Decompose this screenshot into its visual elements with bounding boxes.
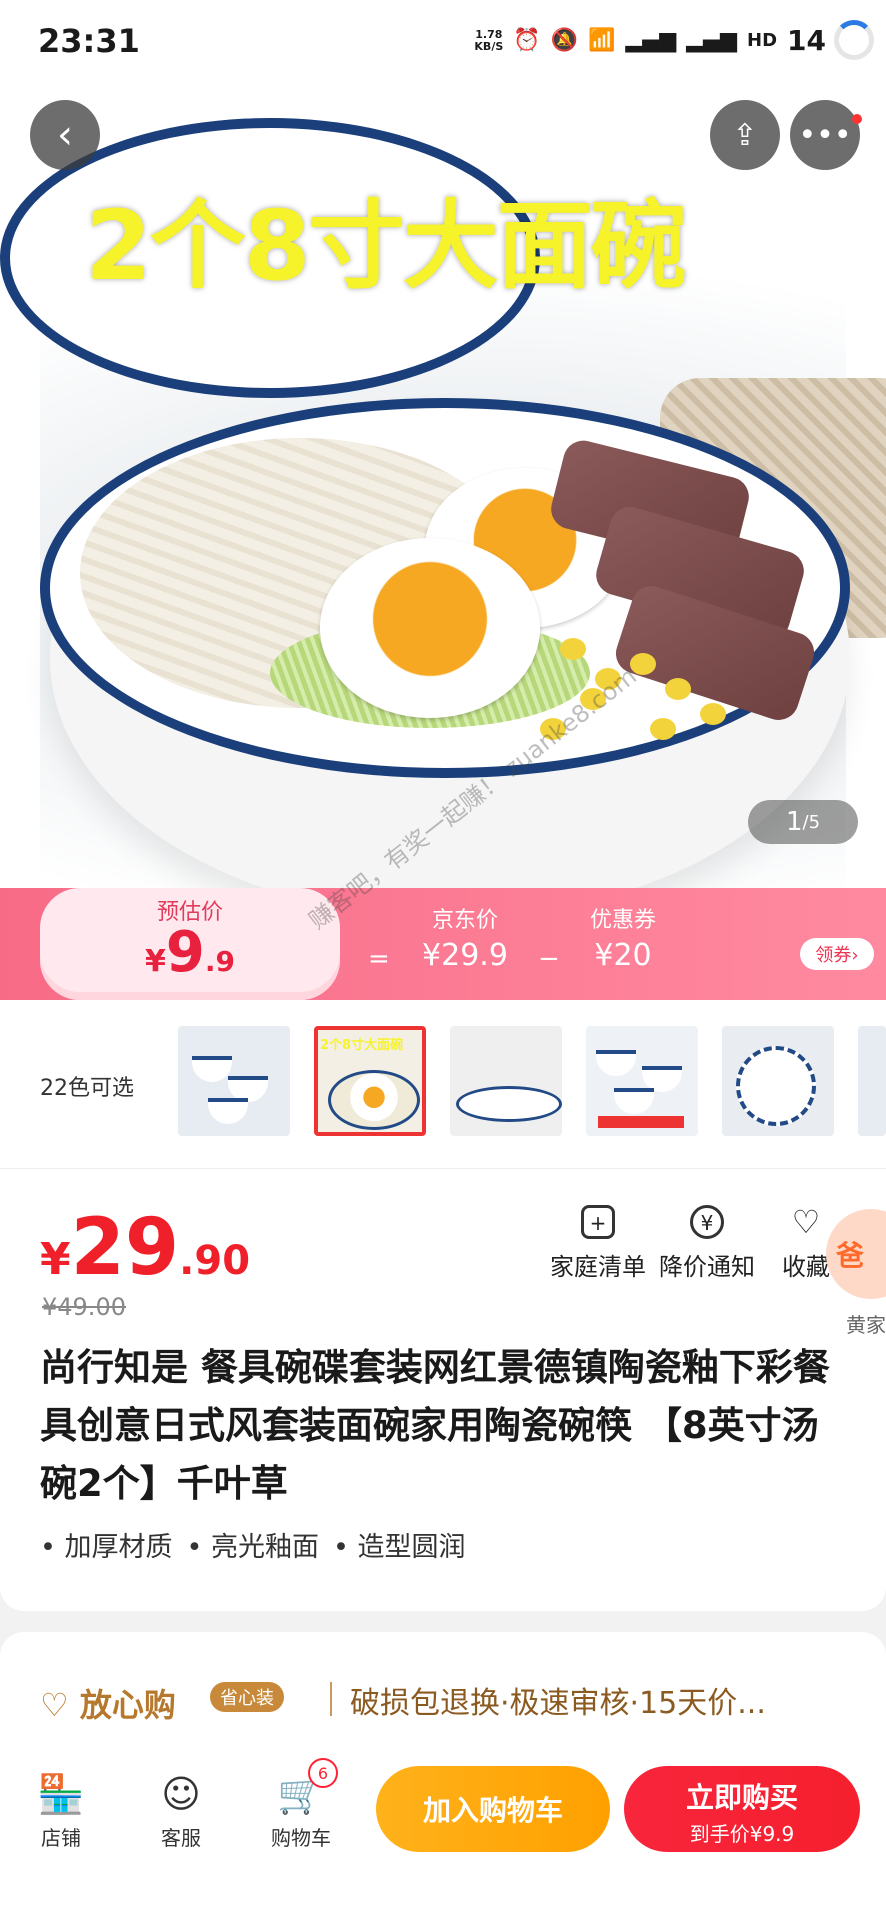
minus-sign: −: [538, 944, 560, 974]
coupon-amount: 优惠券 ¥20: [578, 902, 668, 973]
share-icon: ⇪: [732, 117, 758, 153]
product-info: ¥29.90 ¥49.00 + 家庭清单 ¥ 降价通知 ♡ 收藏 爸 黄家 尚行…: [0, 1168, 886, 1611]
cart-count-badge: 6: [308, 1758, 338, 1788]
color-count-label: 22色可选: [40, 1076, 134, 1101]
color-thumb-selected[interactable]: 2个8寸大面碗: [314, 1026, 426, 1136]
buy-now-final-price: 到手价¥9.9: [689, 1822, 795, 1846]
feature-item: • 亮光釉面: [186, 1532, 320, 1563]
estimated-decimal: .9: [204, 945, 235, 978]
price-decimal: .90: [179, 1238, 251, 1284]
color-thumb[interactable]: [450, 1026, 562, 1136]
counter-current: 1: [785, 807, 803, 837]
color-thumb[interactable]: [586, 1026, 698, 1136]
status-icons: 1.78 KB/S ⏰ 🔕 📶 ▂▄▆ ▂▄▆ HD 14: [474, 24, 826, 57]
product-image-carousel[interactable]: 2个8寸大面碗 ‹ ⇪ ••• 1/5: [0, 78, 886, 888]
alarm-icon: ⏰: [513, 28, 541, 53]
customer-service-icon: ☺: [161, 1772, 201, 1816]
shield-heart-icon: ♡: [40, 1686, 80, 1724]
egg-2: [320, 538, 540, 718]
price-drop-alert-button[interactable]: ¥ 降价通知: [652, 1205, 762, 1282]
cart-label: 购物车: [271, 1826, 331, 1850]
jd-price-value: ¥29.9: [422, 938, 508, 973]
assurance-brand: ♡ 放心购: [40, 1680, 176, 1726]
image-headline: 2个8寸大面碗: [85, 190, 687, 302]
hd-icon: HD: [747, 30, 778, 51]
status-bar: 23:31 1.78 KB/S ⏰ 🔕 📶 ▂▄▆ ▂▄▆ HD 14: [0, 0, 886, 78]
signal-4g-icon: ▂▄▆: [686, 28, 738, 53]
more-button[interactable]: •••: [790, 100, 860, 170]
feature-item: • 造型圆润: [333, 1532, 466, 1563]
assurance-bar[interactable]: ♡ 放心购 省心装 破损包退换·极速审核·15天价...: [0, 1632, 886, 1752]
current-price: ¥29.90: [40, 1203, 250, 1293]
feature-item: • 加厚材质: [40, 1532, 173, 1563]
customer-service-button[interactable]: ☺ 客服: [136, 1766, 226, 1851]
divider: [330, 1682, 332, 1716]
floating-promo-text: 黄家: [846, 1313, 886, 1337]
counter-total: /5: [802, 811, 821, 833]
estimated-price-box: 预估价 ¥9.9: [40, 888, 340, 1000]
estimated-integer: 9: [165, 920, 205, 985]
family-list-button[interactable]: + 家庭清单: [548, 1205, 648, 1282]
share-button[interactable]: ⇪: [710, 100, 780, 170]
thumb-overlay-text: 2个8寸大面碗: [320, 1038, 404, 1053]
mute-icon: 🔕: [550, 28, 579, 53]
customer-service-label: 客服: [161, 1826, 201, 1850]
store-button[interactable]: 🏪 店铺: [16, 1766, 106, 1851]
color-thumb[interactable]: [178, 1026, 290, 1136]
list-add-icon: +: [581, 1205, 615, 1239]
store-icon: 🏪: [37, 1772, 85, 1816]
more-dots-icon: •••: [798, 117, 852, 153]
equals-sign: =: [368, 944, 390, 974]
notification-dot: [852, 114, 862, 124]
status-time: 23:31: [38, 22, 140, 60]
estimated-currency: ¥: [145, 944, 166, 979]
color-thumb[interactable]: [722, 1026, 834, 1136]
estimated-price-value: ¥9.9: [40, 920, 340, 985]
heart-icon: ♡: [791, 1203, 821, 1241]
buy-now-button[interactable]: 立即购买 到手价¥9.9: [624, 1766, 860, 1852]
wifi-icon: 📶: [588, 28, 616, 53]
family-list-label: 家庭清单: [550, 1253, 646, 1281]
battery-ring-icon: [834, 20, 874, 60]
feature-list: • 加厚材质 • 亮光釉面 • 造型圆润: [40, 1525, 466, 1564]
assurance-brand-label: 放心购: [79, 1686, 176, 1724]
price-currency: ¥: [40, 1234, 71, 1285]
coupon-label: 优惠券: [589, 908, 656, 933]
price-drop-icon: ¥: [690, 1205, 724, 1239]
bottom-action-bar: 🏪 店铺 ☺ 客服 🛒 购物车 6 加入购物车 立即购买 到手价¥9.9: [0, 1752, 886, 1920]
price-integer: 29: [70, 1203, 180, 1293]
network-speed: 1.78 KB/S: [474, 27, 504, 53]
price-banner: 预估价 ¥9.9 = 京东价 ¥29.9 − 优惠券 ¥20 领券›: [0, 888, 886, 1000]
add-to-cart-button[interactable]: 加入购物车: [376, 1766, 610, 1852]
battery-level: 14: [787, 24, 826, 57]
buy-now-label: 立即购买: [685, 1781, 798, 1814]
price-drop-label: 降价通知: [659, 1253, 755, 1281]
jd-price: 京东价 ¥29.9: [410, 902, 520, 973]
image-counter: 1/5: [748, 800, 858, 844]
jd-price-label: 京东价: [431, 908, 498, 933]
color-thumb[interactable]: [858, 1026, 886, 1136]
color-options: 22色可选 2个8寸大面碗: [0, 1000, 886, 1168]
chevron-left-icon: ‹: [57, 112, 73, 158]
store-label: 店铺: [41, 1826, 81, 1850]
assurance-text: 破损包退换·极速审核·15天价...: [350, 1686, 766, 1721]
original-price: ¥49.00: [42, 1293, 126, 1321]
back-button[interactable]: ‹: [30, 100, 100, 170]
product-title: 尚行知是 餐具碗碟套装网红景德镇陶瓷釉下彩餐具创意日式风套装面碗家用陶瓷碗筷 【…: [40, 1346, 830, 1505]
get-coupon-button[interactable]: 领券›: [800, 938, 874, 970]
coupon-value: ¥20: [594, 938, 652, 973]
assurance-tag: 省心装: [210, 1682, 284, 1712]
signal-3g-icon: ▂▄▆: [625, 28, 677, 53]
